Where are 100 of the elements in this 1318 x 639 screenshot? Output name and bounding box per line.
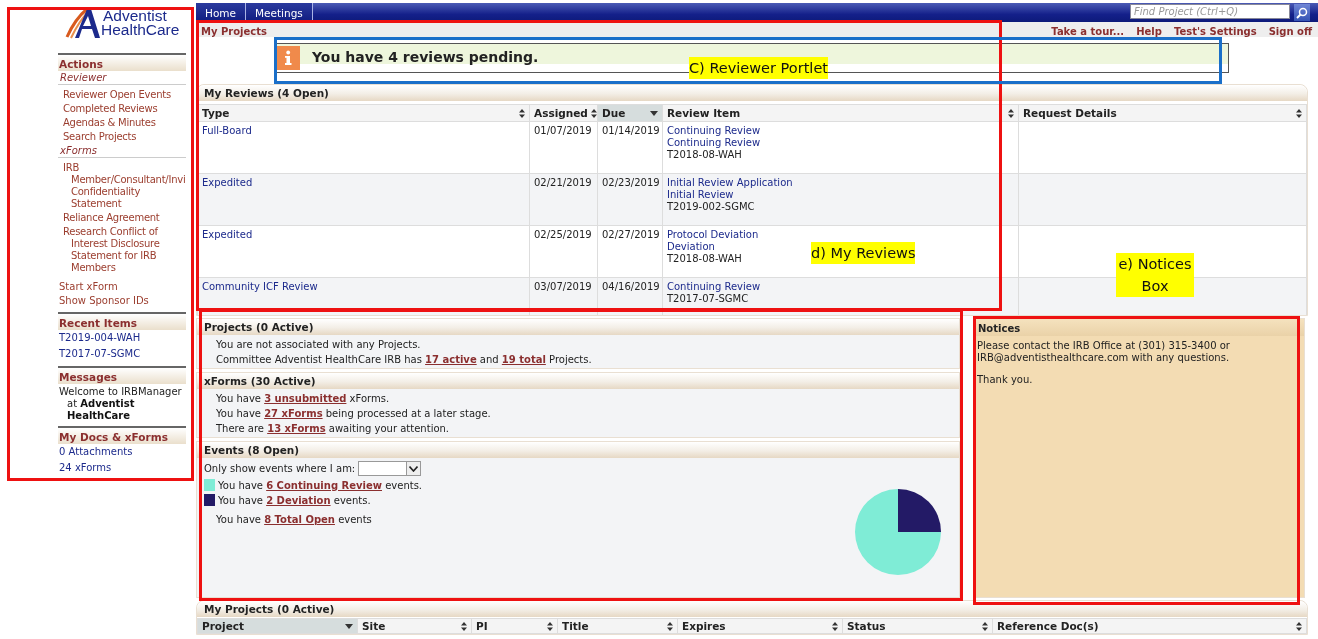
sidebar-link[interactable]: Agendas & Minutes [58,116,186,130]
header-link[interactable]: Sign off [1268,26,1312,37]
review-type-link[interactable]: Expedited [202,177,253,188]
sidebar-link[interactable]: 24 xForms [58,461,186,475]
header-link[interactable]: Help [1136,26,1162,37]
notice-text: Please contact the IRB Office at (301) 315-3400 or IRB@adventisthealthcare.com with any questions. [977,340,1231,364]
sort-icon [461,621,467,631]
link[interactable]: 2 Deviation [266,494,331,506]
column-header[interactable]: Title [557,618,678,634]
table-cell: 01/14/2019 [597,121,663,174]
annotation-label: e) Notices Box [1116,253,1194,297]
sidebar-link[interactable]: Reviewer Open Events [58,88,186,102]
role-dropdown[interactable] [358,461,422,476]
filter-label: Only show events where I am: [204,463,356,474]
sort-icon [519,108,525,118]
sidebar-link[interactable]: Show Sponsor IDs [58,294,186,308]
sidebar-link[interactable]: Start xForm [58,280,186,294]
caret-icon [345,623,353,629]
summary-text: You are not associated with any Projects. [216,339,422,350]
sidebar-link[interactable]: Completed Reviews [58,102,186,116]
sort-icon [982,621,988,631]
panel-title: xForms (30 Active) [197,373,959,389]
column-header[interactable]: Review Item [662,104,1019,122]
table-cell: 02/23/2019 [597,173,663,226]
legend-text: You have 2 Deviation events. [218,494,371,506]
panel-title: My Projects (0 Active) [197,601,1307,617]
sidebar-link[interactable]: T2019-004-WAH [58,331,186,345]
column-header[interactable]: Reference Doc(s) [992,618,1307,634]
panel-title: My Reviews (4 Open) [197,85,1307,101]
review-item-link[interactable]: Initial Review Application [667,177,793,189]
column-header[interactable]: Site [357,618,472,634]
total-text: You have 8 Total Open events [216,514,373,525]
sort-icon [667,621,673,631]
summary-text: Committee Adventist HealthCare IRB has 17 active and 19 total Projects. [216,354,593,365]
sidebar-link[interactable]: 0 Attachments [58,445,186,459]
link[interactable]: 17 active [425,354,477,365]
review-type-link[interactable]: Expedited [202,229,253,240]
project-id: T2018-08-WAH [667,149,742,161]
link[interactable]: 27 xForms [264,408,323,419]
table-cell: 02/21/2019 [529,173,598,226]
breadcrumb-link[interactable]: My Projects [196,26,267,37]
table-cell: 02/25/2019 [529,225,598,278]
panel-title: Notices [974,319,1304,336]
project-id: T2019-002-SGMC [667,201,755,213]
panel-title: Projects (0 Active) [197,319,959,335]
nav-tab[interactable]: Meetings [246,3,313,22]
header-link[interactable]: Take a tour... [1051,26,1125,37]
summary-text: You have 3 unsubmitted xForms. [216,393,391,404]
welcome-message: Welcome to IRBManager at Adventist HealthCare [58,386,183,422]
legend-text: You have 6 Continuing Review events. [218,479,423,491]
search-button[interactable] [1294,4,1310,21]
link[interactable]: 13 xForms [267,423,326,434]
review-type-link[interactable]: Community ICF Review [202,281,318,292]
sort-icon [547,621,553,631]
sidebar-link[interactable]: Research Conflict of Interest Disclosure Statement for IRB Members [58,225,186,275]
section-header: My Docs & xForms [58,426,186,444]
info-icon [276,46,300,70]
review-item-link[interactable]: Protocol Deviation [667,229,759,241]
review-type-link[interactable]: Full-Board [202,125,252,136]
column-header[interactable]: Assigned [529,104,598,122]
caret-icon [650,110,658,116]
summary-text: There are 13 xForms awaiting your attention. [216,423,451,434]
table-cell: 01/07/2019 [529,121,598,174]
link[interactable]: 6 Continuing Review [266,479,382,491]
column-header[interactable]: Status [842,618,993,634]
header-link[interactable]: Test's Settings [1173,26,1257,37]
alert-text: You have 4 reviews pending. [312,48,539,67]
sort-icon [1008,108,1014,118]
logo-drawing: Adventist HealthCare [65,7,180,39]
project-id: T2018-08-WAH [667,253,742,265]
panel-title: Events (8 Open) [197,442,959,458]
column-header[interactable]: Expires [677,618,843,634]
column-header[interactable]: Type [197,104,530,122]
group-heading: Reviewer [58,71,186,85]
annotation-label: C) Reviewer Portlet [689,57,828,79]
review-item-link[interactable]: Deviation [667,241,715,253]
column-header[interactable]: Project [197,618,358,634]
sort-icon [1296,621,1302,631]
review-item-link[interactable]: Initial Review [667,189,734,201]
link[interactable]: 8 Total Open [264,514,335,525]
caret-icon [409,465,419,472]
sidebar-link[interactable]: Search Projects [58,130,186,144]
review-item-link[interactable]: Continuing Review [667,125,761,137]
column-header[interactable]: Due [597,104,663,122]
section-header: Recent Items [58,312,186,330]
sidebar-link[interactable]: Reliance Agreement [58,211,186,225]
sidebar-link[interactable]: IRB Member/Consultant/Invi Confidentiality Statement [58,161,186,211]
column-header[interactable]: PI [471,618,558,634]
link[interactable]: 3 unsubmitted [264,393,347,404]
group-heading: xForms [58,144,186,158]
link[interactable]: 19 total [501,354,546,365]
column-header[interactable]: Request Details [1018,104,1307,122]
section-header: Actions [58,53,186,71]
review-item-link[interactable]: Continuing Review [667,281,761,293]
annotation-label: d) My Reviews [811,242,916,264]
sidebar-link[interactable]: T2017-07-SGMC [58,347,186,361]
review-item-link[interactable]: Continuing Review [667,137,761,149]
search-field[interactable]: Find Project (Ctrl+Q) [1130,4,1290,19]
summary-text: You have 27 xForms being processed at a later stage. [216,408,492,419]
section-header: Messages [58,366,186,384]
